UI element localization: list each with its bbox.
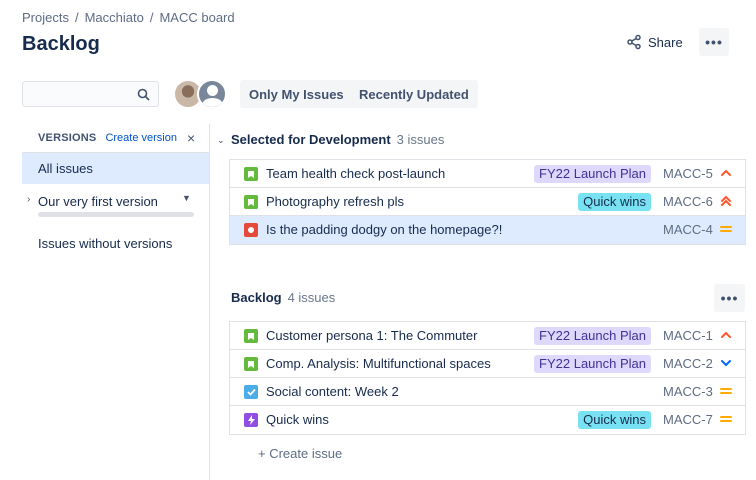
issue-summary: Is the padding dodgy on the homepage?! (266, 222, 503, 237)
chevron-down-icon[interactable]: ▼ (182, 193, 191, 203)
issue-summary: Quick wins (266, 412, 329, 427)
share-button[interactable]: Share (618, 28, 691, 56)
priority-high-icon (719, 328, 733, 342)
priority-medium-icon (719, 412, 733, 426)
story-type-icon (244, 167, 258, 181)
versions-panel: VERSIONS Create version × All issues › O… (22, 124, 210, 480)
epic-label[interactable]: Quick wins (578, 193, 651, 211)
epic-label[interactable]: FY22 Launch Plan (534, 165, 651, 183)
backlog-issue-list: Customer persona 1: The Commuter FY22 Lau… (229, 321, 746, 435)
priority-highest-icon (719, 194, 733, 208)
issue-row[interactable]: Photography refresh pls Quick wins MACC-6 (230, 188, 745, 216)
issue-key[interactable]: MACC-3 (663, 384, 713, 399)
issue-summary: Photography refresh pls (266, 194, 405, 209)
breadcrumb-separator: / (74, 10, 79, 25)
epic-label[interactable]: FY22 Launch Plan (534, 355, 651, 373)
versions-header: VERSIONS Create version × (22, 124, 209, 152)
breadcrumb-project[interactable]: Macchiato (85, 10, 144, 25)
story-type-icon (244, 329, 258, 343)
breadcrumb-projects[interactable]: Projects (22, 10, 69, 25)
avatar-user-default[interactable] (197, 79, 227, 109)
search-field[interactable] (22, 81, 159, 107)
sprint-title: Selected for Development (231, 132, 391, 147)
issue-summary: Comp. Analysis: Multifunctional spaces (266, 356, 491, 371)
create-version-link[interactable]: Create version (105, 132, 177, 144)
issue-row[interactable]: Is the padding dodgy on the homepage?! MA… (230, 216, 745, 244)
backlog-title: Backlog (231, 290, 282, 305)
epic-label[interactable]: FY22 Launch Plan (534, 327, 651, 345)
epic-label[interactable]: Quick wins (578, 411, 651, 429)
priority-medium-icon (719, 222, 733, 236)
breadcrumb-separator: / (149, 10, 154, 25)
all-issues-item[interactable]: All issues (22, 152, 209, 184)
share-icon (627, 34, 641, 50)
priority-low-icon (719, 356, 733, 370)
issue-summary: Social content: Week 2 (266, 384, 399, 399)
issue-summary: Customer persona 1: The Commuter (266, 328, 478, 343)
versions-title: VERSIONS (38, 132, 97, 144)
priority-medium-icon (719, 384, 733, 398)
issue-row[interactable]: Team health check post-launch FY22 Launch… (230, 160, 745, 188)
issue-key[interactable]: MACC-2 (663, 356, 713, 371)
search-icon (137, 88, 150, 101)
only-my-issues-button[interactable]: Only My Issues (240, 80, 353, 108)
sprint-issue-list: Team health check post-launch FY22 Launch… (229, 159, 746, 245)
issue-row[interactable]: Social content: Week 2 MACC-3 (230, 378, 745, 406)
version-progress-bar (38, 212, 194, 217)
more-actions-button[interactable]: ••• (699, 28, 729, 56)
epic-type-icon (244, 413, 258, 427)
create-issue-button[interactable]: + Create issue (258, 446, 342, 461)
backlog-header: Backlog 4 issues (231, 290, 335, 305)
issue-row[interactable]: Quick wins Quick wins MACC-7 (230, 406, 745, 434)
story-type-icon (244, 195, 258, 209)
search-input[interactable] (23, 82, 133, 106)
issue-key[interactable]: MACC-7 (663, 412, 713, 427)
close-icon[interactable]: × (187, 130, 195, 146)
issue-key[interactable]: MACC-1 (663, 328, 713, 343)
breadcrumb-board[interactable]: MACC board (159, 10, 234, 25)
sprint-header: Selected for Development 3 issues (231, 132, 444, 147)
backlog-count: 4 issues (287, 290, 336, 305)
task-type-icon (244, 385, 258, 399)
version-name: Our very first version (38, 194, 158, 209)
chevron-down-icon[interactable]: ⌄ (217, 135, 225, 146)
story-type-icon (244, 357, 258, 371)
issue-key[interactable]: MACC-6 (663, 194, 713, 209)
breadcrumb: Projects / Macchiato / MACC board (22, 10, 235, 25)
sprint-count: 3 issues (396, 132, 445, 147)
backlog-more-button[interactable]: ••• (714, 284, 745, 312)
page-title: Backlog (22, 33, 100, 55)
share-label: Share (648, 34, 683, 50)
issue-row[interactable]: Comp. Analysis: Multifunctional spaces FY… (230, 350, 745, 378)
issue-key[interactable]: MACC-4 (663, 222, 713, 237)
issue-key[interactable]: MACC-5 (663, 166, 713, 181)
issue-summary: Team health check post-launch (266, 166, 446, 181)
issues-without-versions-item[interactable]: Issues without versions (38, 236, 172, 251)
version-item[interactable]: › Our very first version ▼ (22, 184, 209, 224)
priority-high-icon (719, 166, 733, 180)
chevron-right-icon[interactable]: › (27, 194, 30, 205)
bug-type-icon (244, 223, 258, 237)
recently-updated-button[interactable]: Recently Updated (350, 80, 478, 108)
issue-row[interactable]: Customer persona 1: The Commuter FY22 Lau… (230, 322, 745, 350)
